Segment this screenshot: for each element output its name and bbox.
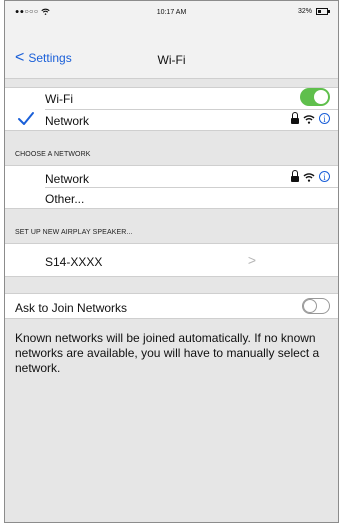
other-network-row[interactable]: Other... [5,187,338,209]
battery-percent: 32% [297,8,312,15]
lock-icon [291,170,299,182]
wifi-label: Wi-Fi [45,92,73,106]
connected-network-row[interactable]: Network i [5,109,338,131]
ask-join-row: Ask to Join Networks [5,296,338,318]
divider [5,165,338,166]
wifi-signal-icon [303,172,315,182]
network-icons: i [291,170,330,182]
status-bar: ●●○○○ 10:17 AM 32% [5,1,338,27]
toggle-knob [314,90,328,104]
page-title: Wi-Fi [157,53,186,67]
ask-join-section: Ask to Join Networks [5,293,338,319]
ask-join-description: Known networks will be joined automatica… [15,331,320,375]
info-icon[interactable]: i [319,171,330,182]
info-icon[interactable]: i [319,113,330,124]
wifi-section: Wi-Fi Network i [5,87,338,131]
other-label: Other... [45,192,85,206]
choose-network-header: CHOOSE A NETWORK [15,151,91,158]
status-time: 10:17 AM [156,9,187,16]
network-icons: i [291,112,330,124]
battery-icon [316,8,330,15]
divider [5,208,338,209]
ask-join-label: Ask to Join Networks [15,301,128,315]
wifi-toggle-row: Wi-Fi [5,87,338,109]
divider [5,276,338,277]
wifi-signal-icon [303,114,315,124]
ask-join-toggle[interactable] [302,298,330,314]
battery-indicator: 32% [297,8,330,15]
divider [5,243,338,244]
airplay-section: S14-XXXX > [5,243,338,277]
airplay-device-name: S14-XXXX [45,255,103,269]
navigation-bar: < Settings Wi-Fi [5,27,338,79]
chevron-right-icon: > [247,252,256,268]
connected-network-name: Network [45,114,90,128]
toggle-knob [303,299,317,313]
wifi-toggle[interactable] [300,88,330,106]
divider [5,130,338,131]
network-list: Network i Other... [5,165,338,209]
airplay-device-row[interactable]: S14-XXXX > [5,250,338,272]
network-name: Network [45,172,90,186]
checkmark-icon [18,112,34,125]
airplay-header: SET UP NEW AIRPLAY SPEAKER... [15,229,133,236]
divider [5,293,338,294]
lock-icon [291,112,299,124]
divider [5,318,338,319]
device-frame: ●●○○○ 10:17 AM 32% < Settings Wi-Fi Wi-F… [4,0,339,523]
network-row[interactable]: Network i [5,167,338,189]
